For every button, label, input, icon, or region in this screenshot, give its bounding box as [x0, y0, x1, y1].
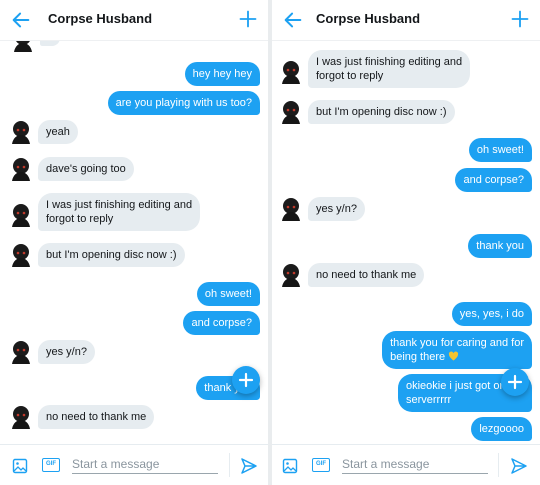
image-icon[interactable] — [12, 458, 28, 474]
message-composer: GIF Start a message — [0, 444, 268, 485]
avatar[interactable] — [280, 60, 302, 84]
message-input[interactable]: Start a message — [342, 457, 488, 474]
message-bubble-in[interactable]: but I'm opening disc now :) — [38, 243, 185, 267]
send-icon[interactable] — [510, 457, 528, 475]
avatar[interactable] — [10, 243, 32, 267]
message-bubble-out[interactable]: hey hey hey — [184, 62, 260, 86]
message-line: forgot to reply — [46, 213, 114, 225]
back-arrow-icon[interactable] — [282, 9, 304, 31]
message-line: I was just finishing editing and — [316, 56, 463, 68]
back-arrow-icon[interactable] — [10, 9, 32, 31]
message-bubble-in[interactable]: I was just finishing editing and forgot … — [38, 193, 201, 231]
avatar[interactable] — [280, 197, 302, 221]
message-bubble-out[interactable]: are you playing with us too? — [107, 91, 260, 115]
chat-panel-right: Corpse Husband I was just finishing edit… — [272, 0, 540, 485]
message-line: being there — [390, 350, 524, 364]
new-message-button[interactable] — [232, 366, 260, 394]
avatar[interactable] — [10, 340, 32, 364]
send-icon[interactable] — [240, 457, 258, 475]
message-bubble-in[interactable]: dave's going too — [38, 157, 134, 181]
gif-button[interactable]: GIF — [42, 458, 60, 472]
screenshot-collage: Corpse Husband hey hey hey are you playi… — [0, 0, 540, 485]
avatar[interactable] — [10, 405, 32, 429]
message-bubble-out[interactable]: thank you — [468, 234, 532, 258]
message-bubble-in[interactable]: no need to thank me — [38, 405, 155, 429]
chat-header: Corpse Husband — [0, 0, 268, 41]
message-list[interactable]: I was just finishing editing and forgot … — [272, 40, 540, 444]
message-bubble-out[interactable]: lezgoooo — [471, 417, 532, 441]
image-icon[interactable] — [282, 458, 298, 474]
message-input[interactable]: Start a message — [72, 457, 218, 474]
message-bubble-in[interactable]: no need to thank me — [308, 263, 425, 287]
avatar[interactable] — [10, 157, 32, 181]
message-line: thank you for caring and for — [390, 337, 524, 349]
plus-icon[interactable] — [510, 9, 530, 29]
chat-header: Corpse Husband — [272, 0, 540, 41]
avatar[interactable] — [280, 263, 302, 287]
new-message-button[interactable] — [501, 368, 529, 396]
message-composer: GIF Start a message — [272, 444, 540, 485]
plus-icon — [507, 374, 523, 390]
message-bubble-in[interactable]: I was just finishing editing and forgot … — [308, 50, 471, 88]
plus-icon[interactable] — [238, 9, 258, 29]
yellow-heart-icon — [449, 351, 459, 361]
message-line: I was just finishing editing and — [46, 199, 193, 211]
divider — [229, 453, 230, 477]
message-bubble-out[interactable]: and corpse? — [183, 311, 260, 335]
message-line: forgot to reply — [316, 70, 384, 82]
message-bubble-out[interactable]: oh sweet! — [468, 138, 532, 162]
message-bubble-out[interactable]: thank you for caring and for being there — [382, 331, 532, 369]
message-line-text: being there — [390, 351, 446, 363]
message-bubble-in[interactable]: yeah — [38, 120, 78, 144]
avatar[interactable] — [280, 100, 302, 124]
message-bubble-in[interactable]: but I'm opening disc now :) — [308, 100, 455, 124]
divider — [498, 453, 499, 477]
message-bubble-in[interactable]: yes y/n? — [308, 197, 365, 221]
chat-panel-left: Corpse Husband hey hey hey are you playi… — [0, 0, 268, 485]
conversation-title[interactable]: Corpse Husband — [48, 11, 152, 26]
plus-icon — [238, 372, 254, 388]
message-bubble-out[interactable]: oh sweet! — [196, 282, 260, 306]
message-list[interactable]: hey hey hey are you playing with us too?… — [0, 29, 268, 444]
avatar[interactable] — [10, 120, 32, 144]
message-bubble-out[interactable]: and corpse? — [455, 168, 532, 192]
message-bubble-out[interactable]: yes, yes, i do — [451, 302, 532, 326]
conversation-title[interactable]: Corpse Husband — [316, 11, 420, 26]
message-bubble-in[interactable]: yes y/n? — [38, 340, 95, 364]
avatar[interactable] — [10, 203, 32, 227]
gif-button[interactable]: GIF — [312, 458, 330, 472]
